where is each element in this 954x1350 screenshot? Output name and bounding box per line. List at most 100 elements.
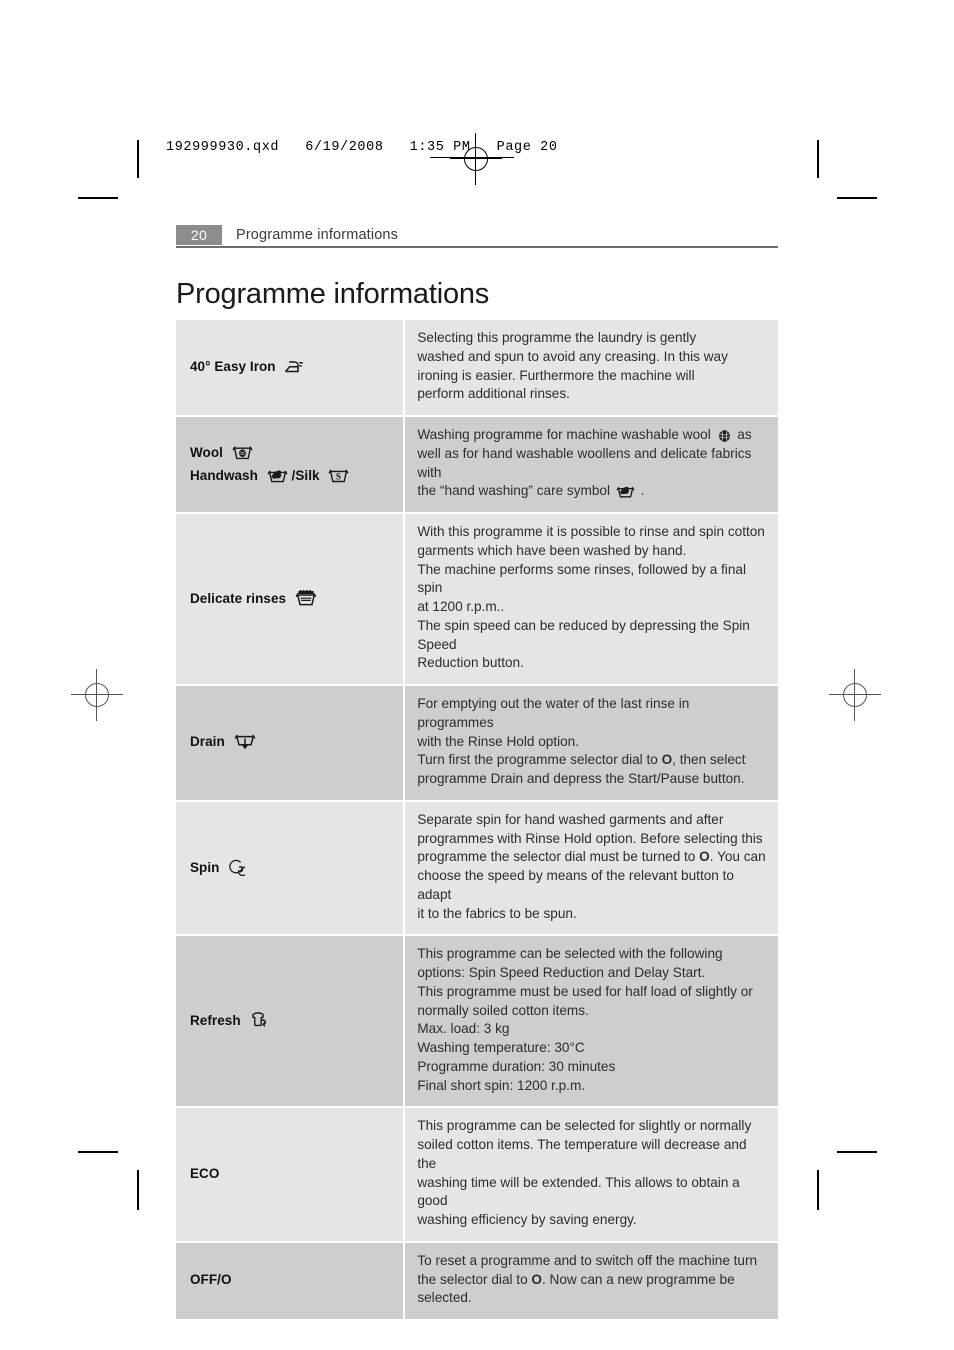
desc-line: For emptying out the water of the last r…	[417, 696, 690, 730]
desc-line: This programme can be selected for sligh…	[417, 1118, 752, 1134]
programme-description-cell: This programme can be selected for sligh…	[405, 1108, 778, 1241]
programme-information-table: 40° Easy Iron Selecting this programme t…	[176, 320, 778, 1319]
programme-label: OFF/O	[190, 1272, 232, 1288]
programme-description-cell: Separate spin for hand washed garments a…	[405, 801, 778, 935]
desc-text: programme the selector dial must be turn…	[417, 849, 700, 865]
spin-icon	[228, 859, 246, 876]
silk-tub-icon: S	[328, 467, 349, 484]
desc-line: This programme can be selected with the …	[417, 946, 723, 962]
programme-label: Spin	[190, 859, 220, 875]
desc-text: the “hand washing” care symbol	[417, 483, 610, 499]
hand-wash-symbol-icon	[616, 484, 635, 499]
programme-description-cell: To reset a programme and to switch off t…	[405, 1242, 778, 1319]
desc-text: Turn first the programme selector dial t…	[417, 752, 662, 768]
desc-line: the selector dial to O. Now can a new pr…	[417, 1271, 766, 1290]
desc-line: Separate spin for hand washed garments a…	[417, 811, 724, 827]
desc-line: normally soiled cotton items.	[417, 1002, 589, 1018]
programme-name-cell: ECO	[176, 1108, 404, 1241]
programme-label: Drain	[190, 734, 225, 750]
table-row: Wool Handwash /Silk S Washing programme …	[176, 417, 778, 512]
desc-line: it to the fabrics to be spun.	[417, 905, 577, 921]
running-head-rule	[176, 246, 778, 248]
desc-text: Washing programme for machine washable w…	[417, 427, 711, 442]
desc-text: .	[640, 483, 645, 499]
registration-mark-header	[450, 133, 502, 185]
table-row: 40° Easy Iron Selecting this programme t…	[176, 320, 778, 415]
crop-mark-top-right-horizontal	[837, 197, 877, 199]
desc-line: The machine performs some rinses, follow…	[417, 561, 746, 596]
programme-description-cell: With this programme it is possible to ri…	[405, 514, 778, 684]
table-row: Delicate rinses With this programme it i…	[176, 514, 778, 684]
desc-line: Max. load: 3 kg	[417, 1021, 510, 1037]
desc-line: programme Drain and depress the Start/Pa…	[417, 771, 745, 786]
programme-name-cell: Delicate rinses	[176, 514, 404, 684]
table-row: Refresh This programme can be selected w…	[176, 936, 778, 1107]
drain-icon	[234, 733, 256, 750]
programme-name-cell: OFF/O	[176, 1242, 404, 1319]
running-head-section: Programme informations	[236, 227, 399, 243]
running-head: 20 Programme informations	[176, 224, 778, 246]
desc-line: ironing is easier. Furthermore the machi…	[417, 367, 695, 383]
desc-line: Selecting this programme the laundry is …	[417, 330, 697, 345]
table-row: OFF/O To reset a programme and to switch…	[176, 1242, 778, 1319]
programme-label-silk: /Silk	[291, 467, 320, 483]
table-row: Drain For emptying out the water of the …	[176, 686, 778, 800]
programme-label: Wool	[190, 444, 223, 460]
desc-line: washing time will be extended. This allo…	[417, 1174, 740, 1209]
wool-tub-icon	[232, 444, 253, 461]
desc-line: Washing temperature: 30°C	[417, 1040, 585, 1055]
desc-line: washed and spun to avoid any creasing. I…	[417, 348, 728, 364]
table-row: ECO This programme can be selected for s…	[176, 1108, 778, 1241]
programme-name-cell: Spin	[176, 801, 404, 935]
desc-text: as	[737, 427, 752, 442]
programme-label: Delicate rinses	[190, 590, 287, 606]
wool-ball-icon	[717, 428, 732, 443]
crop-mark-top-left-vertical	[137, 140, 139, 178]
selector-dial-off-symbol: O	[661, 752, 673, 768]
desc-line: perform additional rinses.	[417, 386, 570, 402]
desc-line: Washing programme for machine washable w…	[417, 426, 766, 445]
desc-line: well as for hand washable woollens and d…	[417, 445, 752, 480]
programme-description-cell: Washing programme for machine washable w…	[405, 417, 778, 512]
desc-line: choose the speed by means of the relevan…	[417, 868, 734, 902]
programme-label-line: Wool	[190, 444, 393, 461]
desc-text: the selector dial to	[417, 1271, 532, 1287]
desc-line: selected.	[417, 1290, 472, 1306]
page-number-badge: 20	[176, 225, 222, 245]
refresh-shirt-icon	[249, 1011, 269, 1029]
programme-label: ECO	[190, 1166, 220, 1181]
desc-text: , then select	[672, 752, 746, 768]
desc-line: Programme duration: 30 minutes	[417, 1058, 616, 1074]
desc-text: . You can	[709, 849, 766, 865]
page-title: Programme informations	[176, 278, 490, 310]
crop-mark-bottom-right-vertical	[817, 1170, 819, 1210]
svg-text:S: S	[336, 471, 341, 481]
crop-mark-top-left-horizontal	[78, 197, 118, 199]
programme-description-cell: This programme can be selected with the …	[405, 936, 778, 1107]
desc-line: soiled cotton items. The temperature wil…	[417, 1137, 747, 1171]
programme-label-line-2: Handwash /Silk S	[190, 467, 393, 484]
desc-line: programme the selector dial must be turn…	[417, 848, 766, 867]
crop-mark-bottom-right-horizontal	[837, 1151, 877, 1153]
desc-line: washing efficiency by saving energy.	[417, 1212, 637, 1227]
programme-name-cell: Refresh	[176, 936, 404, 1107]
table-row: Spin Separate spin for hand washed garme…	[176, 801, 778, 935]
crop-mark-bottom-left-horizontal	[78, 1151, 118, 1153]
selector-dial-off-symbol: O	[531, 1271, 542, 1287]
programme-description-cell: For emptying out the water of the last r…	[405, 686, 778, 800]
crop-mark-top-right-vertical	[817, 140, 819, 178]
easy-iron-icon	[284, 360, 304, 375]
selector-dial-off-symbol: O	[699, 849, 710, 865]
desc-line: To reset a programme and to switch off t…	[417, 1252, 758, 1268]
crop-mark-bottom-left-vertical	[137, 1170, 139, 1210]
desc-line: With this programme it is possible to ri…	[417, 524, 765, 539]
programme-name-cell: Wool Handwash /Silk S	[176, 417, 404, 512]
programme-label: Refresh	[190, 1013, 241, 1029]
programme-name-cell: Drain	[176, 686, 404, 800]
desc-line: Reduction button.	[417, 655, 524, 671]
desc-line: programmes with Rinse Hold option. Befor…	[417, 830, 763, 846]
delicate-rinse-tub-icon	[295, 589, 317, 607]
desc-line: The spin speed can be reduced by depress…	[417, 617, 750, 652]
desc-line: options: Spin Speed Reduction and Delay …	[417, 965, 706, 980]
programme-description-cell: Selecting this programme the laundry is …	[405, 320, 778, 415]
